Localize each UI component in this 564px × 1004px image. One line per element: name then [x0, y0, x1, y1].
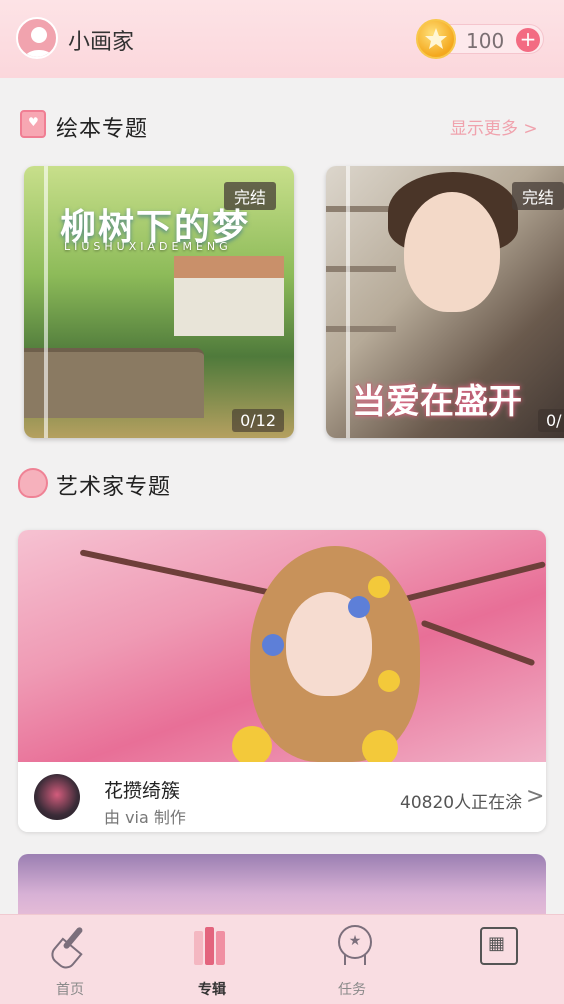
user-avatar[interactable]	[16, 17, 58, 59]
medal-icon	[330, 923, 374, 967]
tree-branch	[79, 549, 277, 597]
nav-albums[interactable]: 专辑	[172, 923, 252, 999]
brush-icon	[48, 923, 92, 967]
nav-home[interactable]: 首页	[30, 923, 110, 999]
flower	[378, 670, 400, 692]
nav-label: 首页	[56, 982, 84, 998]
top-header: 小画家 100 +	[0, 0, 564, 78]
artist-avatar	[34, 774, 80, 820]
flower	[362, 730, 398, 766]
palette-icon	[18, 468, 48, 498]
bookshelf	[326, 266, 396, 272]
stone-wall-illustration	[24, 348, 204, 418]
artist-artwork	[18, 530, 546, 766]
coloring-count: 40820人正在涂	[400, 793, 523, 813]
user-silhouette-icon	[24, 27, 54, 57]
flower	[232, 726, 272, 766]
artist-card[interactable]: 花攒绮簇 由 via 制作 40820人正在涂 >	[18, 530, 546, 832]
show-more-link[interactable]: 显示更多 >	[450, 114, 538, 139]
add-coins-button[interactable]: +	[516, 28, 540, 52]
books-icon	[190, 923, 234, 967]
bookshelf	[326, 206, 396, 212]
artwork-title: 花攒绮簇	[104, 780, 181, 802]
book-progress: 0/12	[232, 409, 284, 432]
book-spine	[346, 166, 350, 438]
flower	[262, 634, 284, 656]
bottom-navigation: 首页 专辑 任务	[0, 914, 564, 1004]
house-illustration	[174, 256, 284, 336]
drawing-board-icon	[474, 923, 518, 967]
artist-info-bar: 花攒绮簇 由 via 制作 40820人正在涂 >	[18, 762, 546, 832]
picture-book-section-title: 绘本专题	[56, 117, 149, 142]
bookshelf	[326, 326, 396, 332]
nav-label: 专辑	[198, 982, 226, 998]
flower	[368, 576, 390, 598]
book-cover-pinyin: LIUSHUXIADEMENG	[64, 240, 232, 253]
completed-badge: 完结	[512, 182, 564, 210]
coin-star-icon	[416, 19, 456, 59]
chevron-right-icon[interactable]: >	[526, 784, 544, 809]
artist-section-title: 艺术家专题	[56, 475, 172, 500]
artwork-author: 由 via 制作	[104, 808, 186, 827]
coin-count: 100	[466, 29, 505, 53]
book-cover-title: 当爱在盛开	[352, 382, 522, 422]
tree-branch	[420, 619, 536, 667]
book-spine	[44, 166, 48, 438]
nav-label: 任务	[338, 982, 366, 998]
book-progress: 0/	[538, 409, 564, 432]
flower	[348, 596, 370, 618]
nav-tasks[interactable]: 任务	[312, 923, 392, 999]
nav-gallery[interactable]	[456, 923, 536, 979]
picture-book-icon	[20, 110, 46, 138]
character-face	[404, 192, 500, 312]
user-name: 小画家	[68, 30, 135, 55]
